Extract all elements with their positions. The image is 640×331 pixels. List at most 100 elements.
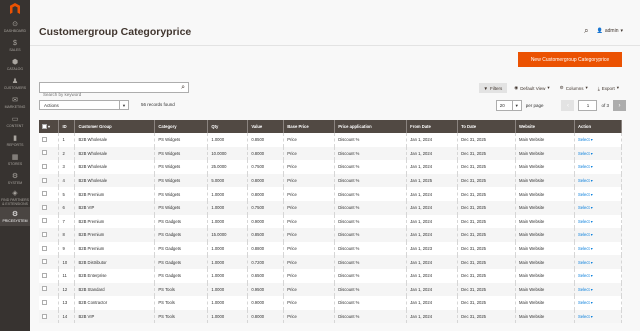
row-checkbox[interactable] [42,272,47,278]
view-switcher[interactable]: ◉ Default View ▾ [511,83,552,93]
magento-logo[interactable] [0,0,30,17]
table-cell: Jan 1, 2024 [406,214,459,229]
per-page-value: 20 [499,103,505,108]
column-header-from-date[interactable]: From Date [406,120,459,133]
row-action-select[interactable]: Select ▾ [578,178,593,183]
row-checkbox[interactable] [42,313,47,319]
global-search-icon[interactable]: ⌕ [584,26,588,36]
table-cell: Main Website [515,160,575,174]
sidebar-item-sales[interactable]: $ SALES [0,36,30,55]
chevron-down-icon: ▾ [589,232,593,238]
row-action-select[interactable]: Select ▾ [578,151,593,156]
mass-select-header[interactable]: ▾ [39,120,60,133]
row-action-select[interactable]: Select ▾ [578,273,593,278]
row-checkbox[interactable] [42,259,47,265]
row-action-select[interactable]: Select ▾ [578,287,593,292]
table-cell: PS Widgets [154,187,209,201]
chevron-down-icon: ▾ [589,259,593,265]
filters-button[interactable]: ▼ Filters [478,83,508,93]
sidebar-item-label: FIND PARTNERS & EXTENSIONS [1,197,29,206]
select-label: Select [577,137,590,143]
row-checkbox[interactable] [42,150,47,156]
row-action-select[interactable]: Select ▾ [578,219,593,224]
row-action-cell: Select ▾ [574,200,623,215]
row-checkbox[interactable] [42,299,47,305]
table-cell: Jan 1, 2024 [406,228,459,242]
row-checkbox[interactable] [42,177,47,183]
table-cell: 0.8000 [247,146,285,161]
table-cell: 15.0000 [207,228,249,242]
table-cell: PS Widgets [154,146,209,161]
sidebar-item-find-partners-extensions[interactable]: ◈ FIND PARTNERS & EXTENSIONS [0,188,30,207]
search-input[interactable] [40,90,170,99]
page-input[interactable]: 1 [578,100,598,111]
table-cell: PS Gadgets [154,268,209,283]
row-action-select[interactable]: Select ▾ [578,205,593,210]
table-cell: Dec 31, 2025 [457,268,517,283]
table-cell: 0.7500 [247,200,285,215]
table-cell: 6 [58,200,76,215]
column-header-qty[interactable]: Qty [207,120,249,133]
row-checkbox[interactable] [42,218,47,224]
row-action-select[interactable]: Select ▾ [578,164,593,169]
row-action-select[interactable]: Select ▾ [578,192,593,197]
sidebar-icon: ▭ [11,115,19,123]
table-cell: 0.8000 [247,187,285,201]
next-page-button[interactable]: › [613,100,626,111]
column-header-value[interactable]: Value [247,120,285,133]
table-cell: Main Website [515,309,575,324]
table-cell: Jan 1, 2024 [406,187,459,201]
column-header-price-application[interactable]: Price application [334,120,408,133]
row-select-cell [39,133,60,147]
sidebar-item-content[interactable]: ▭ CONTENT [0,112,30,131]
row-action-select[interactable]: Select ▾ [578,232,593,237]
column-header-id[interactable]: ID [58,120,76,133]
table-cell: 0.8800 [247,241,285,256]
per-page-select[interactable]: 20 ▼ [495,100,522,111]
row-action-select[interactable]: Select ▾ [578,246,593,251]
row-select-cell [39,268,60,283]
row-action-select[interactable]: Select ▾ [578,314,593,319]
column-header-action[interactable]: Action [574,120,623,133]
export-button[interactable]: ⤓ Export ▾ [595,83,622,93]
row-action-select[interactable]: Select ▾ [578,137,593,142]
sidebar-item-marketing[interactable]: ✉ MARKETING [0,93,30,112]
sidebar-item-pricesystem[interactable]: ⚙ PRICESYSTEM [0,207,30,226]
row-checkbox[interactable] [42,286,47,292]
row-checkbox[interactable] [42,136,47,142]
previous-page-button[interactable]: ‹ [561,100,575,111]
column-header-to-date[interactable]: To Date [457,120,517,133]
row-checkbox[interactable] [42,163,47,169]
sidebar-item-customers[interactable]: ♟ CUSTOMERS [0,74,30,93]
column-header-base-price[interactable]: Base Price [283,120,336,133]
column-header-category[interactable]: Category [154,120,209,133]
sidebar-item-reports[interactable]: ▮ REPORTS [0,131,30,150]
sidebar-item-system[interactable]: ⚙ SYSTEM [0,169,30,188]
row-checkbox[interactable] [42,191,47,197]
row-checkbox[interactable] [42,245,47,251]
column-header-website[interactable]: Website [515,120,575,133]
new-record-button[interactable]: New Customergroup Categoryprice [518,52,622,67]
table-cell: B2B Wholesale [74,173,156,188]
sidebar-item-stores[interactable]: ▦ STORES [0,150,30,169]
mass-actions-select[interactable]: Actions ▼ [39,100,129,110]
table-cell: 0.6500 [247,268,285,283]
columns-button[interactable]: ⚙ Columns ▾ [557,83,591,93]
sidebar-item-label: DASHBOARD [3,28,27,33]
chevron-down-icon: ▾ [589,178,593,184]
sidebar-item-catalog[interactable]: ⬢ CATALOG [0,55,30,74]
user-menu[interactable]: 👤 admin ▾ [597,28,623,34]
eye-icon: ◉ [514,85,519,90]
select-label: Select [577,232,590,238]
row-checkbox[interactable] [42,204,47,210]
sidebar-item-dashboard[interactable]: ⊙ DASHBOARD [0,17,30,36]
sidebar-icon: ▮ [13,134,17,142]
row-action-select[interactable]: Select ▾ [578,300,593,305]
column-header-customer-group[interactable]: Customer Group [74,120,156,133]
row-checkbox[interactable] [42,231,47,237]
select-all-checkbox[interactable] [42,123,47,129]
search-icon[interactable]: ⌕ [181,83,185,92]
download-icon: ⤓ [597,85,600,91]
row-action-cell: Select ▾ [574,214,623,229]
row-action-select[interactable]: Select ▾ [578,260,593,265]
